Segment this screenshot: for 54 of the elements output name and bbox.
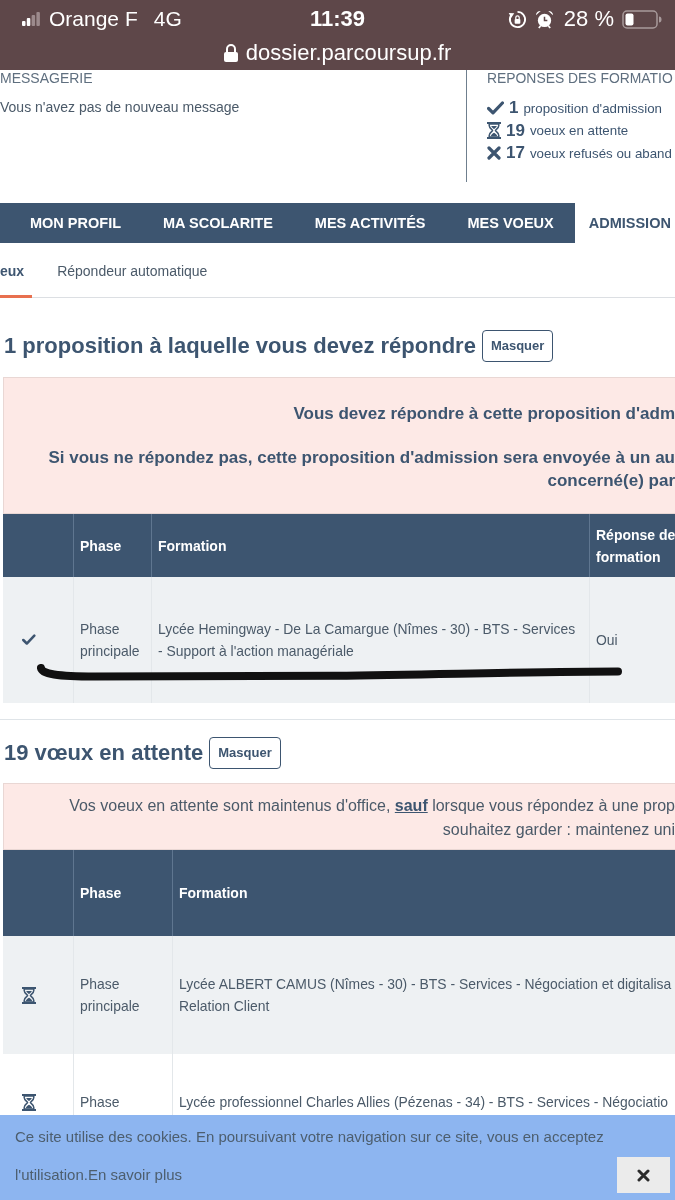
nav-tab[interactable]: MES ACTIVITÉS	[293, 203, 447, 243]
table-cell-text: Phase	[80, 1093, 120, 1112]
check-icon	[487, 101, 504, 116]
count-number: 19	[506, 120, 525, 141]
close-button[interactable]	[617, 1157, 670, 1193]
hide-button[interactable]: Masquer	[481, 330, 554, 362]
alert-text: Vous devez répondre à cette proposition d'adm	[292, 403, 675, 425]
cookie-notice: Ce site utilise des cookies. En poursuivant votre navigation sur ce site, vous en acceptez l'utilisation.En savoir plus	[15, 1127, 605, 1185]
alarm-clock-icon	[534, 9, 554, 29]
table-cell-text: Oui	[596, 631, 618, 650]
hourglass-icon	[22, 986, 36, 1004]
network-type: 4G	[153, 7, 182, 31]
message-text: Vous n'avez pas de nouveau message	[0, 99, 241, 115]
section-heading: 1 proposition à laquelle vous devez répondre	[4, 332, 476, 360]
check-icon	[22, 634, 36, 646]
carrier-name: Orange F	[49, 7, 138, 31]
hourglass-icon	[487, 122, 501, 140]
sub-tab[interactable]: Répondeur automatique	[49, 243, 216, 298]
table-cell-text: Phase principale	[80, 975, 141, 1016]
cross-icon	[487, 146, 501, 161]
section-heading: 19 vœux en attente	[4, 739, 204, 767]
clock-time: 11:39	[309, 6, 366, 32]
section-title: MESSAGERIE	[0, 70, 94, 86]
battery-percent: 28 %	[563, 6, 614, 32]
sub-tab[interactable]: eux	[0, 243, 33, 298]
alert-text: Vos voeux en attente sont maintenus d'office, sauf lorsque vous répondez à une prop souhaitez garder : maintenez uni	[68, 796, 675, 840]
column-header: Formation	[179, 884, 248, 903]
hourglass-icon	[22, 1093, 36, 1111]
table-cell-text: Lycée Hemingway - De La Camargue (Nîmes - 30) - BTS - Services - Support à l'action managériale	[158, 620, 577, 661]
table-cell-text: Phase principale	[80, 620, 141, 661]
table-cell-text: Lycée professionnel Charles Allies (Pézenas - 34) - BTS - Services - Négociatio	[179, 1093, 668, 1112]
column-header: Phase	[80, 536, 122, 556]
nav-tab[interactable]: MA SCOLARITE	[142, 203, 294, 243]
table-cell-text: Lycée ALBERT CAMUS (Nîmes - 30) - BTS - Services - Négociation et digitalisa Relation Client	[179, 975, 672, 1016]
url-text: dossier.parcoursup.fr	[245, 40, 452, 66]
section-title: REPONSES DES FORMATIO	[487, 70, 674, 86]
battery-icon	[622, 9, 662, 29]
column-header: Phase	[80, 884, 122, 903]
nav-tab[interactable]: MON PROFIL	[9, 203, 143, 243]
alert-text: Si vous ne répondez pas, cette proposition d'admission sera envoyée à un au concerné(e) par	[47, 447, 675, 492]
signal-bars-icon	[22, 12, 40, 26]
status-label: voeux en attente	[529, 123, 629, 139]
hide-button[interactable]: Masquer	[209, 737, 281, 769]
lock-icon	[223, 44, 238, 62]
status-label: voeux refusés ou aband	[529, 145, 672, 161]
rotation-lock-icon	[507, 9, 527, 29]
nav-tab[interactable]: MES VOEUX	[446, 203, 575, 243]
column-header: Formation	[158, 536, 227, 556]
close-icon	[637, 1168, 650, 1182]
nav-tab[interactable]: ADMISSION	[574, 203, 675, 243]
count-number: 1	[509, 98, 519, 119]
status-label: proposition d'admission	[523, 100, 662, 116]
count-number: 17	[506, 143, 525, 164]
column-header: Réponse de formation	[596, 525, 675, 567]
